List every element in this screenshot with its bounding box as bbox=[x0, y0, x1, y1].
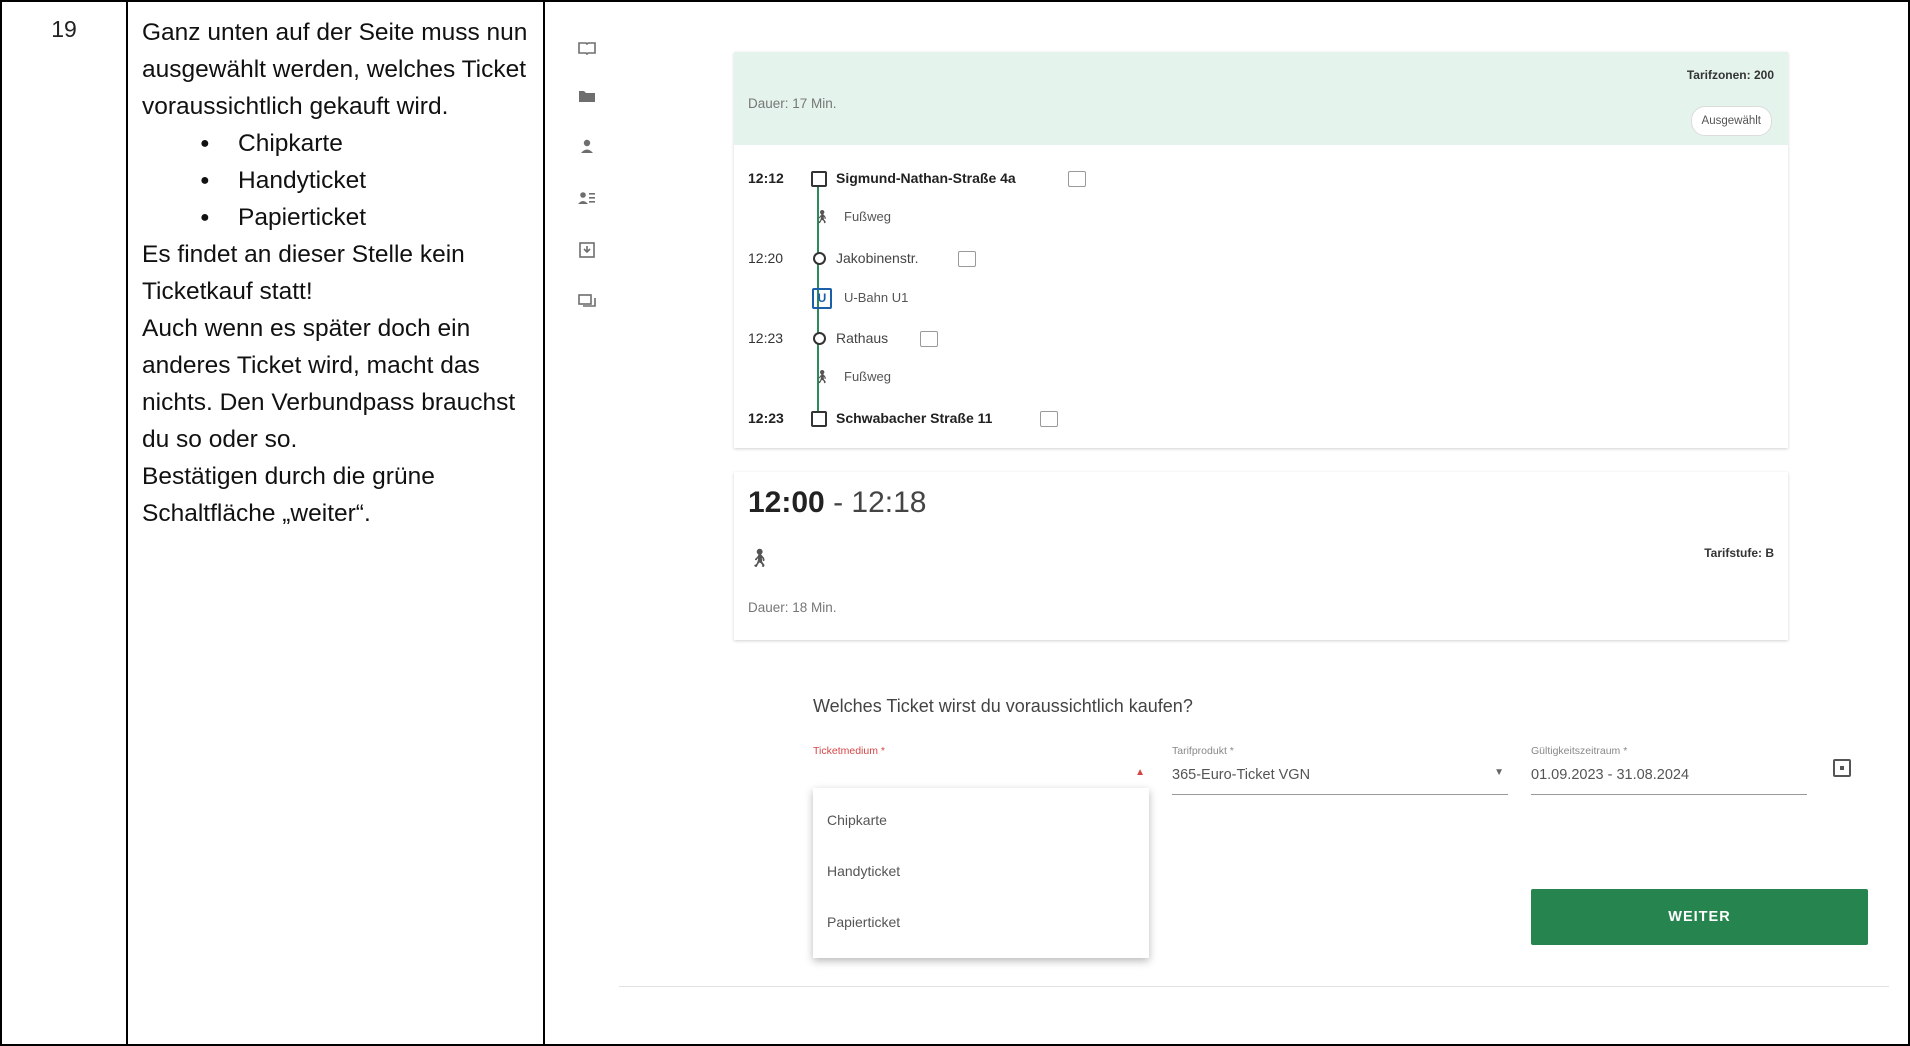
walk-icon: 🚶︎ bbox=[813, 369, 831, 384]
ticket-question: Welches Ticket wirst du voraussichtlich … bbox=[813, 696, 1193, 716]
person-list-icon[interactable] bbox=[577, 190, 597, 210]
dropdown-option-chipkarte[interactable]: Chipkarte bbox=[827, 812, 887, 828]
instruction-intro: Ganz unten auf der Seite muss nun ausgew… bbox=[142, 19, 528, 120]
download-icon[interactable] bbox=[577, 242, 597, 262]
ticket-option-list: Chipkarte Handyticket Papierticket bbox=[142, 125, 529, 236]
duration-label: Dauer: 17 Min. bbox=[748, 96, 837, 111]
instruction-confirm: Bestätigen durch die grüne Schaltfläche … bbox=[142, 463, 435, 527]
instruction-cell: Ganz unten auf der Seite muss nun ausgew… bbox=[126, 0, 545, 1046]
ticketmedium-dropdown: Chipkarte Handyticket Papierticket bbox=[813, 788, 1149, 958]
stop-circle-icon bbox=[813, 252, 826, 265]
book-icon[interactable] bbox=[577, 40, 597, 60]
stop-info-icon[interactable] bbox=[958, 251, 976, 267]
stop-info-icon[interactable] bbox=[1068, 171, 1086, 187]
stop-rathaus: 12:23 Rathaus bbox=[748, 328, 938, 348]
stop-end: 12:23 Schwabacher Straße 11 bbox=[748, 408, 1058, 428]
ubahn-icon: U bbox=[812, 288, 832, 309]
tarifstufe-label: Tarifstufe: B bbox=[1704, 546, 1774, 560]
stop-jakobinenstr: 12:20 Jakobinenstr. bbox=[748, 248, 976, 268]
ticketmedium-label: Ticketmedium * bbox=[813, 745, 885, 757]
tarifprodukt-select[interactable]: Tarifprodukt * 365-Euro-Ticket VGN ▼ bbox=[1172, 745, 1508, 795]
stop-square-icon bbox=[811, 171, 827, 187]
stop-info-icon[interactable] bbox=[920, 331, 938, 347]
step-number: 19 bbox=[51, 16, 77, 42]
selected-chip[interactable]: Ausgewählt bbox=[1690, 106, 1772, 136]
duration-label: Dauer: 18 Min. bbox=[748, 600, 837, 615]
instruction-note: Es findet an dieser Stelle kein Ticketka… bbox=[142, 241, 465, 305]
weiter-button[interactable]: WEITER bbox=[1531, 889, 1868, 945]
chevron-up-icon: ▲ bbox=[1135, 767, 1145, 778]
walk-icon: 🚶︎ bbox=[748, 548, 771, 568]
leg-walk-2: 🚶︎ Fußweg bbox=[813, 369, 891, 384]
connection-time: 12:00 - 12:18 bbox=[748, 486, 927, 519]
person-icon[interactable] bbox=[577, 138, 597, 158]
stop-circle-icon bbox=[813, 332, 826, 345]
dropdown-option-handyticket[interactable]: Handyticket bbox=[827, 863, 900, 879]
gueltigkeit-value: 01.09.2023 - 31.08.2024 bbox=[1531, 767, 1690, 783]
tarifprodukt-value: 365-Euro-Ticket VGN bbox=[1172, 767, 1311, 783]
chat-icon[interactable] bbox=[577, 294, 597, 314]
option-chipkarte: Chipkarte bbox=[200, 125, 529, 162]
app-screenshot: Tarifzonen: 200 Dauer: 17 Min. Ausgewähl… bbox=[541, 0, 1910, 1046]
stop-square-icon bbox=[811, 411, 827, 427]
stop-info-icon[interactable] bbox=[1040, 411, 1058, 427]
stop-start: 12:12 Sigmund-Nathan-Straße 4a bbox=[748, 168, 1086, 188]
step-number-cell: 19 bbox=[0, 0, 128, 1046]
option-handyticket: Handyticket bbox=[200, 162, 529, 199]
leg-walk-1: 🚶︎ Fußweg bbox=[813, 209, 891, 224]
dropdown-option-papierticket[interactable]: Papierticket bbox=[827, 914, 900, 930]
tarifzonen-label: Tarifzonen: 200 bbox=[1686, 68, 1774, 82]
folder-icon[interactable] bbox=[577, 88, 597, 108]
calendar-icon[interactable] bbox=[1833, 759, 1851, 777]
instruction-hint: Auch wenn es später doch ein anderes Tic… bbox=[142, 315, 516, 453]
alternative-connection-card[interactable]: 12:00 - 12:18 🚶︎ Tarifstufe: B Dauer: 18… bbox=[734, 472, 1788, 640]
option-papierticket: Papierticket bbox=[200, 199, 529, 236]
chevron-down-icon: ▼ bbox=[1494, 767, 1504, 778]
tarifprodukt-label: Tarifprodukt * bbox=[1172, 745, 1234, 757]
gueltigkeit-label: Gültigkeitszeitraum * bbox=[1531, 745, 1628, 757]
connection-header: Tarifzonen: 200 Dauer: 17 Min. Ausgewähl… bbox=[734, 52, 1788, 145]
leg-ubahn: U U-Bahn U1 bbox=[812, 288, 908, 309]
walk-icon: 🚶︎ bbox=[813, 209, 831, 224]
selected-connection-card[interactable]: Tarifzonen: 200 Dauer: 17 Min. Ausgewähl… bbox=[734, 52, 1788, 448]
gueltigkeit-field[interactable]: Gültigkeitszeitraum * 01.09.2023 - 31.08… bbox=[1531, 745, 1807, 795]
